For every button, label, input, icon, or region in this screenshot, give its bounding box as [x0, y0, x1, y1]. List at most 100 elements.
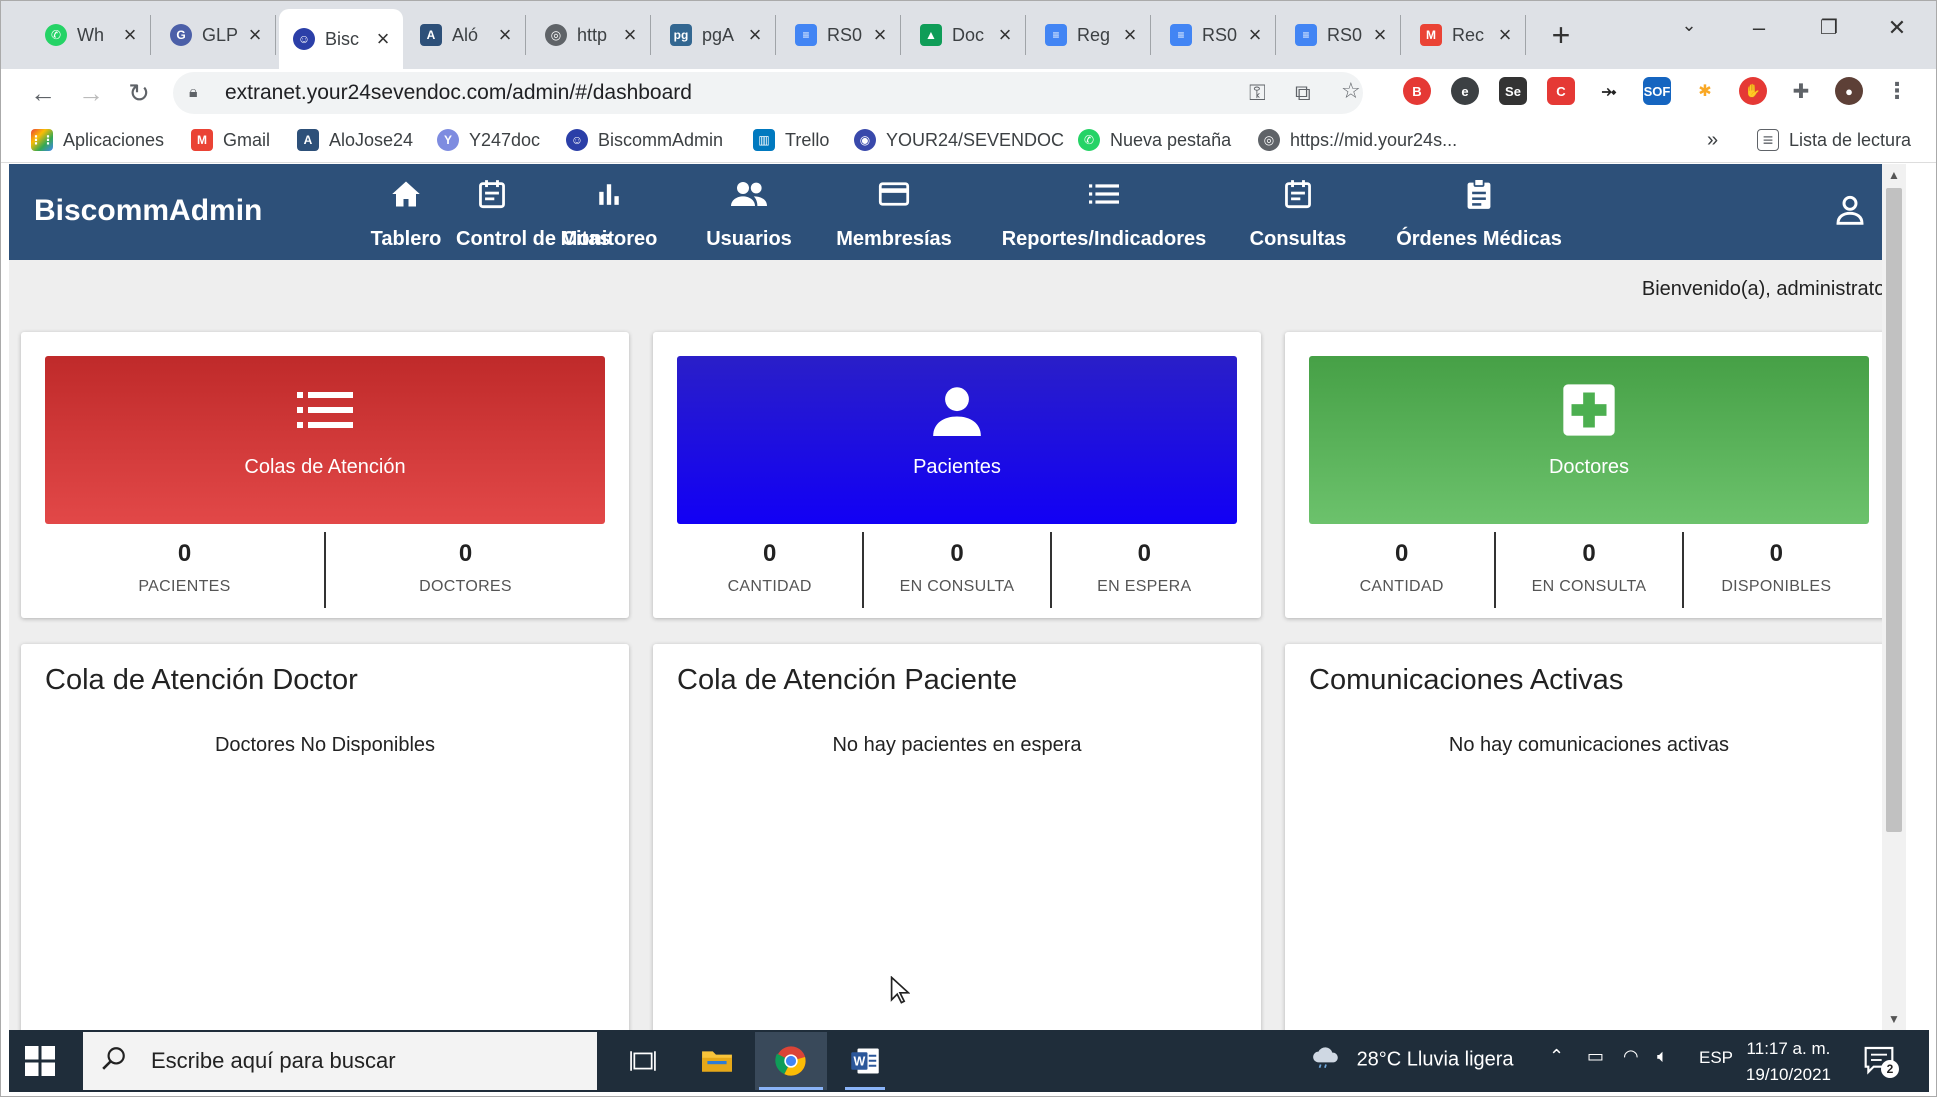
browser-tab[interactable]: M Rec × [1406, 15, 1526, 55]
puzzle-icon[interactable]: ✚ [1787, 77, 1815, 105]
bookmark-y247doc[interactable]: Y Y247doc [437, 125, 540, 155]
extension-icon[interactable]: C [1547, 77, 1575, 105]
windows-start-icon[interactable] [25, 1046, 55, 1076]
list-icon [1089, 172, 1119, 216]
bookmarks-overflow-button[interactable]: » [1707, 125, 1718, 155]
menu-kebab-icon[interactable]: ⋮ [1883, 77, 1911, 105]
nav-item-tablero[interactable]: Tablero [361, 172, 451, 251]
wifi-icon[interactable]: ◠ [1623, 1046, 1639, 1067]
close-tab-icon[interactable]: × [995, 22, 1015, 48]
welcome-message: Bienvenido(a), administrator [1641, 278, 1892, 300]
close-tab-icon[interactable]: × [1245, 22, 1265, 48]
nav-item-ordenes-medicas[interactable]: Órdenes Médicas [1389, 172, 1569, 251]
panel-empty-message: Doctores No Disponibles [214, 734, 436, 756]
battery-icon[interactable]: ▭ [1587, 1046, 1604, 1067]
close-tab-icon[interactable]: × [1120, 22, 1140, 48]
card-hero-pacientes[interactable]: Pacientes [677, 356, 1237, 524]
new-tab-button[interactable]: + [1546, 17, 1576, 54]
bookmark-star-icon[interactable]: ☆ [1341, 78, 1361, 104]
bookmark-trello[interactable]: ▥ Trello [753, 125, 829, 155]
bookmark-alojose24[interactable]: A AloJose24 [297, 125, 413, 155]
extension-icon[interactable]: ✱ [1691, 77, 1719, 105]
close-window-icon[interactable]: ✕ [1877, 15, 1917, 41]
close-tab-icon[interactable]: × [245, 22, 265, 48]
reload-icon[interactable]: ↻ [121, 75, 157, 111]
browser-tab[interactable]: ◎ http × [531, 15, 651, 55]
panel-title: Cola de Atención Doctor [45, 664, 358, 696]
apps-grid-icon: ⋮⋮ [30, 129, 54, 151]
nav-item-membresias[interactable]: Membresías [829, 172, 959, 251]
extension-icon[interactable]: e [1451, 77, 1479, 105]
back-icon[interactable]: ← [25, 75, 61, 111]
language-indicator[interactable]: ESP [1699, 1048, 1733, 1068]
nav-item-control-de-citas[interactable]: Control de Citas [456, 172, 610, 251]
notification-center-icon[interactable]: 2 [1863, 1044, 1899, 1078]
browser-tab[interactable]: ≡ RS0 × [1281, 15, 1401, 55]
close-tab-icon[interactable]: × [373, 26, 393, 52]
taskbar-search-box[interactable]: Escribe aquí para buscar [83, 1032, 597, 1090]
profile-avatar[interactable]: ● [1835, 77, 1863, 105]
browser-tab[interactable]: A Aló × [406, 15, 526, 55]
key-icon[interactable]: ⚿ [1249, 80, 1266, 106]
extension-icon[interactable]: Se [1499, 77, 1527, 105]
close-tab-icon[interactable]: × [870, 22, 890, 48]
browser-tab[interactable]: ≡ Reg × [1031, 15, 1151, 55]
person-icon [931, 378, 983, 442]
nav-item-consultas[interactable]: Consultas [1243, 172, 1353, 251]
chrome-taskbar-icon[interactable] [755, 1032, 827, 1090]
bookmark-mid-your24s[interactable]: ◎ https://mid.your24s... [1258, 125, 1457, 155]
docs-icon: ≡ [1170, 24, 1192, 46]
account-icon[interactable] [1834, 194, 1866, 226]
browser-tab[interactable]: pg pgA × [656, 15, 776, 55]
alojose-icon: A [297, 129, 319, 151]
clipboard-icon [1466, 172, 1492, 216]
forward-icon[interactable]: → [73, 75, 109, 111]
page-scrollbar[interactable]: ▲ ▼ [1882, 164, 1906, 1030]
extension-icon[interactable]: ⤞ [1595, 77, 1623, 105]
bookmark-nueva-pestana[interactable]: ✆ Nueva pestaña [1078, 125, 1231, 155]
word-taskbar-icon[interactable]: W [829, 1032, 901, 1090]
close-tab-icon[interactable]: × [1370, 22, 1390, 48]
weather-widget[interactable]: 28°C Lluvia ligera [1311, 1044, 1514, 1076]
extension-icon[interactable]: B [1403, 77, 1431, 105]
close-tab-icon[interactable]: × [745, 22, 765, 48]
file-explorer-icon[interactable] [681, 1032, 753, 1090]
bookmark-gmail[interactable]: M Gmail [191, 125, 270, 155]
scroll-down-icon[interactable]: ▼ [1882, 1012, 1906, 1026]
nav-item-usuarios[interactable]: Usuarios [699, 172, 799, 251]
browser-tab[interactable]: ≡ RS0 × [781, 15, 901, 55]
card-hero-colas[interactable]: Colas de Atención [45, 356, 605, 524]
browser-tab-active[interactable]: ☺ Bisc × [279, 9, 403, 69]
close-tab-icon[interactable]: × [495, 22, 515, 48]
close-tab-icon[interactable]: × [1495, 22, 1515, 48]
nav-item-reportes-indicadores[interactable]: Reportes/Indicadores [994, 172, 1214, 251]
show-hidden-icons-icon[interactable]: ⌃ [1549, 1046, 1564, 1067]
tab-search-icon[interactable]: ⌄ [1669, 15, 1709, 36]
browser-tab[interactable]: ▲ Doc × [906, 15, 1026, 55]
address-bar[interactable]: 🔒︎ extranet.your24sevendoc.com/admin/#/d… [173, 72, 1363, 114]
restore-icon[interactable]: ❐ [1809, 15, 1849, 40]
browser-tab[interactable]: ✆ Wh × [31, 15, 151, 55]
volume-icon[interactable]: 🔈︎ [1657, 1046, 1668, 1067]
close-tab-icon[interactable]: × [120, 22, 140, 48]
home-icon [391, 172, 421, 216]
browser-tab[interactable]: ≡ RS0 × [1156, 15, 1276, 55]
translate-icon[interactable]: ⧉ [1295, 80, 1311, 106]
close-tab-icon[interactable]: × [620, 22, 640, 48]
minimize-icon[interactable]: – [1739, 15, 1779, 41]
adblock-icon[interactable]: ✋ [1739, 77, 1767, 105]
task-view-icon[interactable] [607, 1032, 679, 1090]
bookmark-your24sevendoc[interactable]: ◉ YOUR24/SEVENDOC [854, 125, 1064, 155]
app-brand[interactable]: BiscommAdmin [34, 194, 262, 228]
bookmark-apps[interactable]: ⋮⋮ Aplicaciones [30, 125, 164, 155]
card-hero-doctores[interactable]: Doctores [1309, 356, 1869, 524]
extension-icon[interactable]: SOF [1643, 77, 1671, 105]
trello-icon: ▥ [753, 129, 775, 151]
browser-tab[interactable]: G GLP × [156, 15, 276, 55]
nav-item-monitoreo[interactable]: Monitoreo [561, 172, 657, 251]
scroll-up-icon[interactable]: ▲ [1882, 168, 1906, 182]
reading-list-button[interactable]: ≡ Lista de lectura [1757, 125, 1911, 155]
scrollbar-thumb[interactable] [1886, 188, 1902, 832]
taskbar-clock[interactable]: 11:17 a. m. 19/10/2021 [1746, 1036, 1831, 1088]
bookmark-biscommadmin[interactable]: ☺ BiscommAdmin [566, 125, 723, 155]
